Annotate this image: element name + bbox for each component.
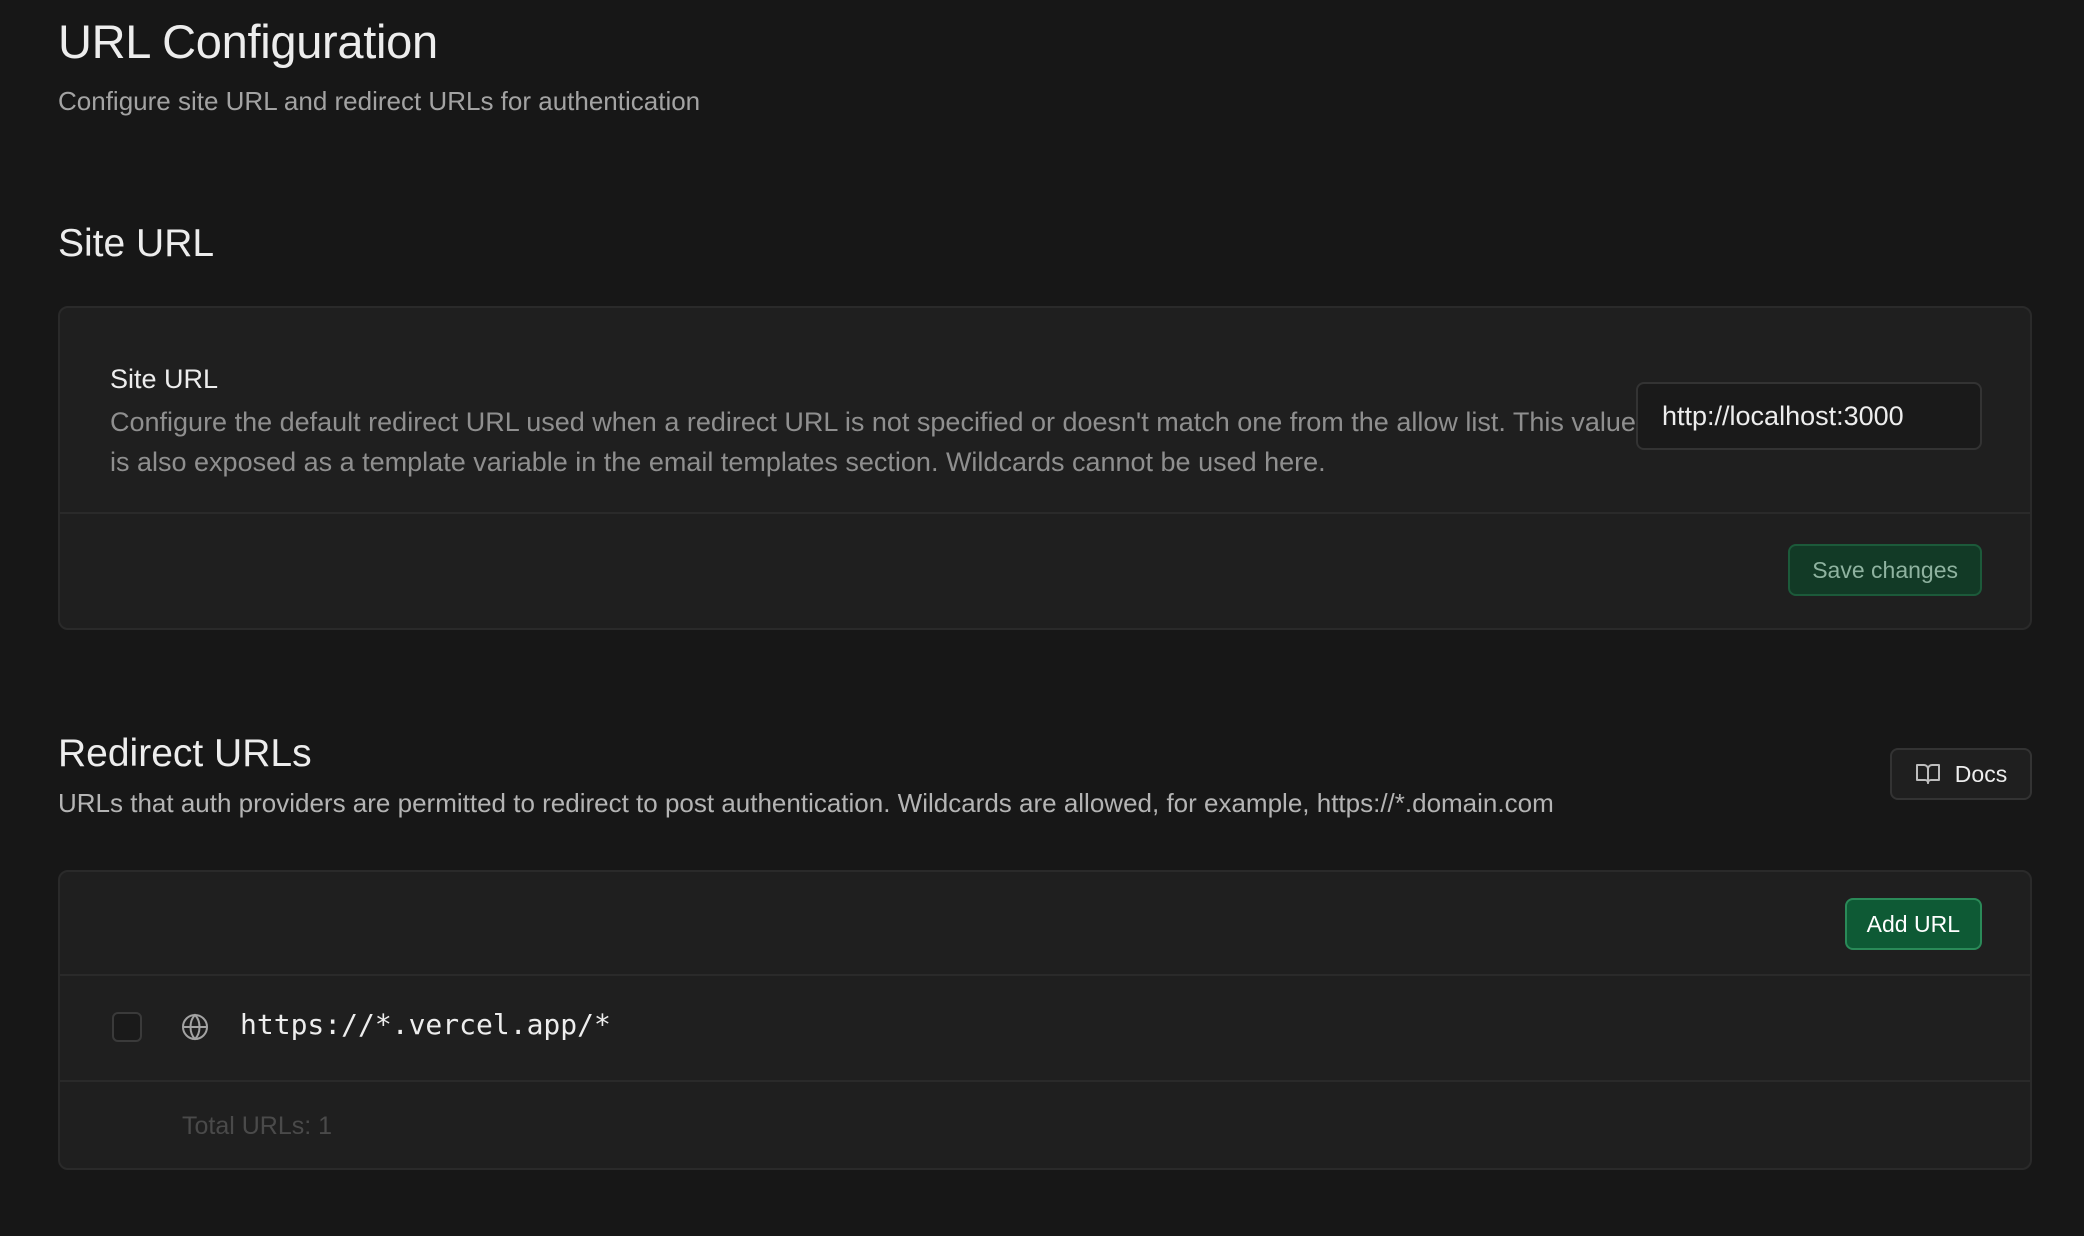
site-url-row: Site URL Configure the default redirect … bbox=[60, 308, 2030, 514]
site-url-input[interactable] bbox=[1636, 382, 1982, 450]
redirect-url-text: https://*.vercel.app/* bbox=[240, 1008, 611, 1041]
save-changes-button[interactable]: Save changes bbox=[1788, 544, 1982, 596]
redirect-urls-toolbar: Add URL bbox=[60, 872, 2030, 976]
globe-icon bbox=[182, 1013, 208, 1041]
url-list-item: https://*.vercel.app/* bbox=[60, 976, 2030, 1082]
redirect-urls-section-title: Redirect URLs bbox=[58, 732, 312, 775]
site-url-label: Site URL bbox=[110, 364, 219, 394]
redirect-urls-card: Add URL https://*.vercel.app/* Total URL… bbox=[58, 870, 2032, 1170]
site-url-card: Site URL Configure the default redirect … bbox=[58, 306, 2032, 630]
book-icon bbox=[1915, 764, 1940, 784]
total-urls-count: Total URLs: 1 bbox=[182, 1112, 333, 1140]
add-url-button[interactable]: Add URL bbox=[1844, 898, 1982, 950]
page-title: URL Configuration bbox=[58, 15, 438, 68]
page-subtitle: Configure site URL and redirect URLs for… bbox=[58, 86, 701, 116]
site-url-section-title: Site URL bbox=[58, 222, 215, 265]
docs-button-label: Docs bbox=[1954, 760, 2008, 787]
site-url-description: Configure the default redirect URL used … bbox=[110, 407, 1636, 477]
url-select-checkbox[interactable] bbox=[112, 1012, 142, 1042]
docs-button[interactable]: Docs bbox=[1890, 748, 2032, 800]
url-configuration-page: URL Configuration Configure site URL and… bbox=[0, 0, 2084, 1236]
redirect-urls-description: URLs that auth providers are permitted t… bbox=[58, 788, 1554, 818]
